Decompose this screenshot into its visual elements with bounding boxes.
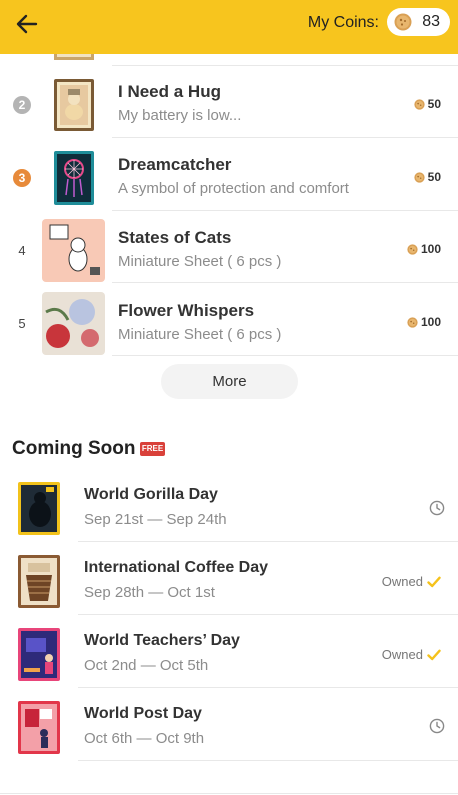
price-value: 100: [420, 242, 441, 256]
sheet-thumbnail: [42, 219, 105, 282]
divider: [78, 687, 458, 688]
stamp-thumbnail: [18, 555, 60, 608]
price-value: 50: [427, 170, 441, 184]
stamp-thumbnail-partial: [54, 54, 94, 60]
owned-status: Owned: [382, 574, 441, 589]
rank-badge: 2: [13, 96, 31, 114]
section-title: Coming Soon: [12, 438, 136, 459]
event-dates: Sep 28th — Oct 1st: [84, 584, 215, 601]
divider: [112, 210, 458, 211]
sheet-thumbnail: [42, 292, 105, 355]
stamp-thumbnail: [18, 482, 60, 535]
owned-label: Owned: [381, 647, 423, 662]
checkmark-icon: [427, 576, 441, 587]
item-title: States of Cats: [118, 228, 232, 247]
coins-value: 83: [422, 13, 440, 30]
clock-icon: [429, 500, 445, 516]
divider: [0, 793, 458, 794]
owned-label: Owned: [381, 574, 423, 589]
item-title: I Need a Hug: [118, 82, 221, 101]
coins-balance: 83: [387, 8, 450, 36]
stamp-thumbnail: [54, 151, 94, 205]
arrow-left-icon[interactable]: [14, 11, 40, 37]
item-title: Flower Whispers: [118, 301, 255, 320]
event-title: International Coffee Day: [84, 559, 269, 576]
divider: [112, 65, 458, 66]
event-title: World Post Day: [84, 705, 202, 722]
divider: [112, 282, 458, 283]
event-dates: Oct 2nd — Oct 5th: [84, 657, 209, 674]
item-subtitle: A symbol of protection and comfort: [118, 180, 349, 197]
item-subtitle: Miniature Sheet ( 6 pcs ): [118, 253, 282, 270]
divider: [78, 760, 458, 761]
item-title: Dreamcatcher: [118, 155, 232, 174]
event-title: World Teachers’ Day: [84, 632, 240, 649]
coin-icon: [414, 171, 425, 183]
price: 100: [407, 315, 441, 329]
stamp-thumbnail: [18, 628, 60, 681]
price: 100: [407, 242, 441, 256]
item-subtitle: Miniature Sheet ( 6 pcs ): [118, 326, 282, 343]
free-badge: FREE: [140, 442, 165, 456]
coin-icon: [414, 98, 425, 110]
rank-number: 5: [18, 316, 26, 331]
price: 50: [414, 170, 441, 184]
price-value: 100: [420, 315, 441, 329]
stamp-thumbnail: [18, 701, 60, 754]
divider: [112, 355, 458, 356]
divider: [78, 614, 458, 615]
rank-number: 4: [18, 243, 26, 258]
coin-icon: [407, 316, 418, 328]
price-value: 50: [427, 97, 441, 111]
price: 50: [414, 97, 441, 111]
event-title: World Gorilla Day: [84, 486, 218, 503]
rank-badge: 3: [13, 169, 31, 187]
clock-icon: [429, 718, 445, 734]
stamp-thumbnail: [54, 79, 94, 131]
event-dates: Oct 6th — Oct 9th: [84, 730, 205, 747]
more-button[interactable]: More: [161, 364, 298, 399]
coin-icon: [407, 243, 418, 255]
my-coins-label: My Coins:: [307, 14, 379, 31]
top-bar: My Coins: 83: [0, 0, 458, 54]
owned-status: Owned: [382, 647, 441, 662]
checkmark-icon: [427, 649, 441, 660]
divider: [78, 541, 458, 542]
event-dates: Sep 21st — Sep 24th: [84, 511, 227, 528]
coin-icon: [394, 13, 412, 31]
item-subtitle: My battery is low...: [118, 107, 242, 124]
divider: [112, 137, 458, 138]
